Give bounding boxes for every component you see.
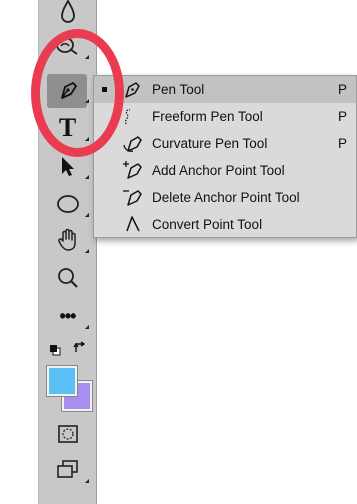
- type-tool-button[interactable]: T: [39, 110, 96, 146]
- menu-item-shortcut: P: [337, 136, 347, 151]
- arrow-pointer-icon: [61, 157, 74, 176]
- menu-item-add-anchor-point-tool[interactable]: Add Anchor Point Tool: [94, 157, 356, 184]
- menu-item-shortcut: P: [337, 109, 347, 124]
- hand-icon: [57, 228, 76, 251]
- path-selection-tool-button[interactable]: [39, 148, 96, 184]
- menu-item-freeform-pen-tool[interactable]: Freeform Pen Tool P: [94, 103, 356, 130]
- swap-arrows-icon: [73, 341, 86, 352]
- flyout-indicator-icon: [85, 137, 89, 141]
- flyout-indicator-icon: [85, 99, 89, 103]
- zoom-tool-button[interactable]: [39, 260, 96, 296]
- swap-colors-button[interactable]: [73, 340, 87, 354]
- flyout-indicator-icon: [85, 479, 89, 483]
- default-colors-icon: [50, 345, 61, 356]
- menu-item-pen-tool[interactable]: Pen Tool P: [94, 76, 356, 103]
- dodge-icon: [55, 37, 78, 55]
- menu-item-label: Freeform Pen Tool: [152, 109, 263, 124]
- menu-item-delete-anchor-point-tool[interactable]: Delete Anchor Point Tool: [94, 184, 356, 211]
- quick-mask-button[interactable]: [39, 416, 96, 452]
- flyout-indicator-icon: [85, 213, 89, 217]
- menu-item-shortcut: P: [337, 82, 347, 97]
- menu-item-label: Delete Anchor Point Tool: [152, 190, 300, 205]
- foreground-color-swatch[interactable]: [47, 366, 77, 396]
- menu-item-label: Add Anchor Point Tool: [152, 163, 285, 178]
- pen-tool-button[interactable]: [39, 72, 96, 108]
- quick-mask-icon: [57, 425, 78, 443]
- curvature-pen-icon: [123, 136, 142, 152]
- delete-anchor-point-icon: [123, 190, 142, 206]
- tools-panel: T •••: [38, 0, 97, 504]
- pen-tool-flyout-menu: Pen Tool P Freeform Pen Tool P Curvature…: [93, 75, 357, 238]
- screen-mode-button[interactable]: [39, 452, 96, 488]
- menu-item-label: Curvature Pen Tool: [152, 136, 268, 151]
- menu-item-convert-point-tool[interactable]: Convert Point Tool: [94, 211, 356, 238]
- flyout-indicator-icon: [85, 325, 89, 329]
- magnifier-icon: [57, 268, 78, 288]
- convert-point-icon: [126, 216, 140, 232]
- hand-tool-button[interactable]: [39, 222, 96, 258]
- selected-bullet-icon: [102, 87, 107, 92]
- flyout-indicator-icon: [85, 55, 89, 59]
- more-dots-icon: •••: [59, 305, 77, 326]
- type-icon: T: [58, 113, 77, 142]
- menu-item-curvature-pen-tool[interactable]: Curvature Pen Tool P: [94, 130, 356, 157]
- ellipse-icon: [56, 195, 79, 213]
- default-colors-button[interactable]: [49, 343, 61, 356]
- freeform-pen-icon: [124, 109, 131, 125]
- menu-item-label: Convert Point Tool: [152, 217, 263, 232]
- ellipse-tool-button[interactable]: [39, 186, 96, 222]
- menu-item-label: Pen Tool: [152, 82, 205, 97]
- pen-icon: [125, 82, 140, 98]
- edit-toolbar-button[interactable]: •••: [39, 298, 96, 334]
- blur-drop-icon: [60, 0, 75, 23]
- pen-nib-icon: [60, 82, 77, 99]
- flyout-indicator-icon: [85, 249, 89, 253]
- flyout-indicator-icon: [85, 175, 89, 179]
- dodge-tool-button[interactable]: [39, 28, 96, 64]
- add-anchor-point-icon: [123, 161, 142, 179]
- blur-tool-button[interactable]: [39, 0, 96, 30]
- screen-mode-icon: [56, 460, 78, 478]
